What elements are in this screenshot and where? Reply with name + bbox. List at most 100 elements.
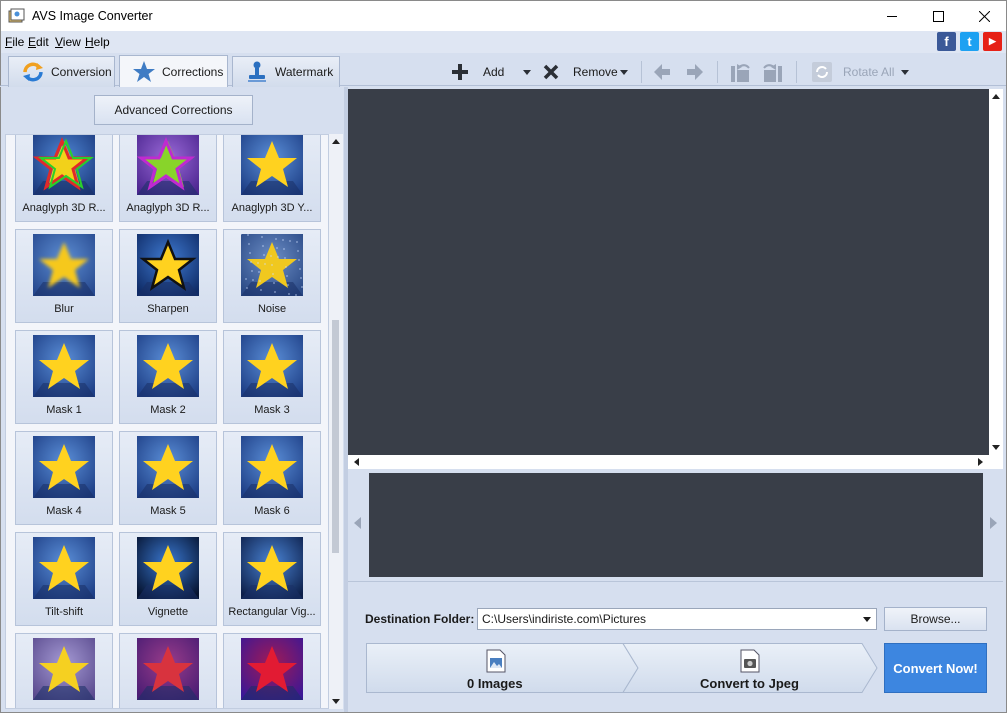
maximize-button[interactable] bbox=[915, 1, 961, 32]
effect-label: Blur bbox=[54, 303, 74, 315]
effect-label: Vignette bbox=[147, 606, 189, 618]
rotate-right-button[interactable] bbox=[762, 59, 784, 85]
rotate-all-label: Rotate All bbox=[843, 65, 895, 79]
effect-thumbnail bbox=[137, 335, 199, 397]
rotate-all-button[interactable]: Rotate All bbox=[811, 59, 894, 85]
effect-thumbnail bbox=[241, 335, 303, 397]
toolbar-separator bbox=[641, 61, 642, 83]
twitter-icon[interactable]: t bbox=[960, 32, 979, 51]
dropdown-arrow-icon bbox=[901, 70, 909, 75]
rotate-all-icon bbox=[812, 62, 832, 82]
rotate-all-dropdown[interactable] bbox=[900, 59, 910, 85]
filmstrip-left-arrow-icon[interactable] bbox=[354, 517, 361, 529]
effect-tile[interactable]: Mask 2 bbox=[119, 330, 217, 424]
effect-tile[interactable]: Anaglyph 3D R... bbox=[119, 135, 217, 222]
effect-thumbnail bbox=[33, 135, 95, 195]
effect-tile[interactable]: Vignette bbox=[119, 532, 217, 626]
remove-label: Remove bbox=[573, 65, 618, 79]
effect-tile[interactable]: Anaglyph 3D Y... bbox=[223, 135, 321, 222]
rotate-left-button[interactable] bbox=[729, 59, 751, 85]
menu-help[interactable]: Help bbox=[85, 35, 110, 49]
effect-thumbnail bbox=[137, 638, 199, 700]
effect-label: Tilt-shift bbox=[44, 606, 84, 618]
effect-tile[interactable] bbox=[15, 633, 113, 708]
menu-file[interactable]: File bbox=[5, 35, 24, 49]
effect-label: Anaglyph 3D Y... bbox=[231, 202, 313, 214]
effect-tile[interactable]: Mask 6 bbox=[223, 431, 321, 525]
effect-tile[interactable]: Tilt-shift bbox=[15, 532, 113, 626]
title-bar: AVS Image Converter bbox=[0, 0, 1007, 31]
advanced-corrections-button[interactable]: Advanced Corrections bbox=[94, 95, 253, 125]
convert-now-button[interactable]: Convert Now! bbox=[884, 643, 987, 693]
minimize-button[interactable] bbox=[869, 1, 915, 32]
effect-tile[interactable]: Mask 3 bbox=[223, 330, 321, 424]
effect-thumbnail bbox=[33, 436, 95, 498]
destination-folder-field[interactable]: C:\Users\indiriste.com\Pictures bbox=[477, 608, 877, 630]
youtube-icon[interactable]: ▶ bbox=[983, 32, 1002, 51]
tab-corrections[interactable]: Corrections bbox=[119, 55, 228, 87]
effect-thumbnail bbox=[33, 638, 95, 700]
tab-conversion-label: Conversion bbox=[51, 65, 112, 79]
preview-horizontal-scrollbar[interactable] bbox=[348, 455, 989, 469]
scrollbar-corner bbox=[989, 455, 1003, 469]
close-button[interactable] bbox=[961, 1, 1007, 32]
effect-thumbnail bbox=[137, 234, 199, 296]
effect-label: Mask 3 bbox=[254, 404, 290, 416]
arrow-right-icon bbox=[687, 64, 703, 80]
effect-tile[interactable]: Blur bbox=[15, 229, 113, 323]
browse-button[interactable]: Browse... bbox=[884, 607, 987, 631]
effect-thumbnail bbox=[241, 638, 303, 700]
dropdown-arrow-icon bbox=[523, 70, 531, 75]
effect-label: Mask 1 bbox=[46, 404, 82, 416]
scroll-down-icon bbox=[992, 445, 1000, 450]
effect-label: Anaglyph 3D R... bbox=[126, 202, 210, 214]
scroll-up-icon bbox=[332, 139, 340, 144]
next-button[interactable] bbox=[687, 59, 703, 85]
scroll-down-icon bbox=[332, 699, 340, 704]
effect-tile[interactable]: Mask 1 bbox=[15, 330, 113, 424]
minimize-icon bbox=[886, 16, 897, 17]
effects-scrollbar[interactable] bbox=[329, 134, 343, 709]
effect-tile[interactable]: Mask 5 bbox=[119, 431, 217, 525]
scrollbar-thumb[interactable] bbox=[332, 320, 339, 553]
effect-label: Mask 4 bbox=[46, 505, 82, 517]
add-label: Add bbox=[483, 65, 505, 79]
star-icon bbox=[133, 60, 155, 82]
remove-dropdown[interactable] bbox=[619, 59, 629, 85]
menu-view[interactable]: View bbox=[55, 35, 81, 49]
effect-thumbnail bbox=[137, 537, 199, 599]
filmstrip-right-arrow-icon[interactable] bbox=[990, 517, 997, 529]
effects-grid: Anaglyph 3D R... Anaglyph 3D R... Anagly… bbox=[15, 135, 321, 708]
menu-edit[interactable]: Edit bbox=[28, 35, 49, 49]
window-title: AVS Image Converter bbox=[32, 9, 153, 23]
facebook-icon[interactable]: f bbox=[937, 32, 956, 51]
output-format-icon bbox=[740, 649, 760, 673]
effect-label: Mask 5 bbox=[150, 505, 186, 517]
stamp-icon bbox=[248, 61, 266, 82]
tab-watermark-label: Watermark bbox=[275, 65, 334, 79]
effect-tile[interactable]: Mask 4 bbox=[15, 431, 113, 525]
rotate-right-icon bbox=[763, 64, 782, 82]
preview-vertical-scrollbar[interactable] bbox=[989, 89, 1003, 455]
close-icon bbox=[978, 11, 990, 22]
previous-button[interactable] bbox=[654, 59, 670, 85]
effect-label: Noise bbox=[257, 303, 287, 315]
tab-conversion[interactable]: Conversion bbox=[8, 56, 115, 87]
effect-tile[interactable]: Sharpen bbox=[119, 229, 217, 323]
effect-tile[interactable] bbox=[119, 633, 217, 708]
effect-tile[interactable]: Noise bbox=[223, 229, 321, 323]
dropdown-arrow-icon bbox=[620, 70, 628, 75]
x-icon bbox=[543, 64, 559, 80]
destination-folder-label: Destination Folder: bbox=[365, 612, 475, 626]
effect-tile[interactable]: Anaglyph 3D R... bbox=[15, 135, 113, 222]
images-count-label: 0 Images bbox=[467, 676, 523, 691]
images-icon bbox=[486, 649, 506, 673]
effect-tile[interactable]: Rectangular Vig... bbox=[223, 532, 321, 626]
remove-button[interactable]: Remove bbox=[543, 59, 618, 85]
dropdown-arrow-icon[interactable] bbox=[862, 615, 872, 625]
tab-watermark[interactable]: Watermark bbox=[232, 56, 340, 87]
effect-tile[interactable] bbox=[223, 633, 321, 708]
add-button[interactable]: Add bbox=[452, 59, 504, 85]
add-dropdown[interactable] bbox=[522, 59, 532, 85]
rotate-left-icon bbox=[731, 64, 750, 82]
